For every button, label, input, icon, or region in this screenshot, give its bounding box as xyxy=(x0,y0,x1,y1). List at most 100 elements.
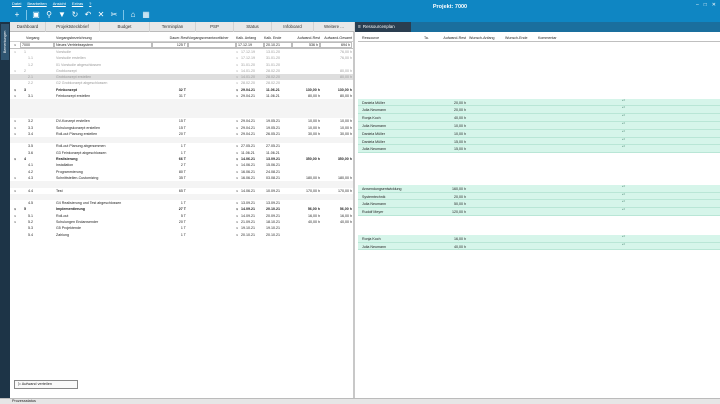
project-aufwand-rest-field[interactable]: 536 h xyxy=(292,42,320,48)
cut-icon[interactable]: ✂ xyxy=(109,10,119,20)
row-stepper-icon[interactable]: ▴▾ xyxy=(622,234,626,242)
chevron-down-icon[interactable]: ∨ xyxy=(236,74,240,80)
col-header-kalk-anfang[interactable]: Kalk. Anfang xyxy=(236,35,264,41)
resource-row[interactable]: Ronja Koch 40,00 h ▴▾ xyxy=(358,114,720,123)
chevron-down-icon[interactable]: ∨ xyxy=(236,55,240,61)
pane-splitter[interactable] xyxy=(353,32,355,398)
table-row[interactable]: 5.4 Zahlung 1 T ∨ 20.10.21 20.10.21 xyxy=(10,232,353,238)
resource-row[interactable]: Daniela Müller 15,00 h ▴▾ xyxy=(358,137,720,146)
chevron-down-icon[interactable]: ∨ xyxy=(236,62,240,68)
close-icon[interactable]: ✕ xyxy=(96,10,106,20)
chevron-down-icon[interactable]: ∨ xyxy=(236,49,240,55)
resource-row[interactable]: Daniela Müller 10,00 h ▴▾ xyxy=(358,129,720,138)
chevron-down-icon[interactable]: ∨ xyxy=(236,150,240,156)
tab-budget[interactable]: Budget xyxy=(100,22,150,32)
col-header-vorgangsbezeichnung[interactable]: Vorgangsbezeichnung xyxy=(56,35,146,41)
chevron-down-icon[interactable]: ∨ xyxy=(236,188,240,194)
expand-toggle-icon[interactable]: ∨ xyxy=(14,49,20,55)
view-icon[interactable]: ▦ xyxy=(141,10,151,20)
tab-projektsteckbrief[interactable]: Projektsteckbrief xyxy=(46,22,100,32)
col-header-kalk-ende[interactable]: Kalk. Ende xyxy=(264,35,292,41)
hamburger-icon[interactable]: ≡ xyxy=(358,22,361,32)
row-stepper-icon[interactable]: ▴▾ xyxy=(622,242,626,250)
expand-toggle-icon[interactable]: ∨ xyxy=(14,206,20,212)
expand-toggle-icon[interactable]: ∨ xyxy=(14,213,20,219)
tab-ressourcenplan[interactable]: ≡ Ressourcenplan xyxy=(355,22,411,32)
project-name-field[interactable]: Neues Vertriebssystem xyxy=(54,42,152,48)
aufwand-verteilen-button[interactable]: ▷ Aufwand verteilen xyxy=(14,380,78,389)
add-icon[interactable]: + xyxy=(12,10,22,20)
col-header-ressource[interactable]: Ressource xyxy=(362,35,422,41)
close-window-icon[interactable]: ✕ xyxy=(712,2,716,8)
chevron-down-icon[interactable] xyxy=(236,194,240,200)
refresh-icon[interactable]: ↻ xyxy=(70,10,80,20)
expand-toggle-icon[interactable]: ∨ xyxy=(14,219,20,225)
minimize-icon[interactable]: – xyxy=(696,2,699,8)
menu-help[interactable]: ? xyxy=(89,1,91,7)
col-header-verantwortlicher[interactable]: Vorgangsverantwortlicher xyxy=(188,35,234,41)
chevron-down-icon[interactable]: ∨ xyxy=(236,169,240,175)
project-verantwortlicher-field[interactable] xyxy=(188,42,236,48)
project-anfang-field[interactable]: 17.12.19 xyxy=(236,42,264,48)
expand-toggle-icon[interactable]: ∨ xyxy=(14,156,20,162)
chevron-down-icon[interactable]: ∨ xyxy=(236,156,240,162)
row-stepper-icon[interactable]: ▴▾ xyxy=(622,207,626,215)
chevron-down-icon[interactable] xyxy=(236,137,240,143)
menu-extras[interactable]: Extras xyxy=(72,1,83,7)
chevron-down-icon[interactable]: ∨ xyxy=(236,232,240,238)
chevron-down-icon[interactable]: ∨ xyxy=(236,219,240,225)
menu-ansicht[interactable]: Ansicht xyxy=(53,1,66,7)
tab-status[interactable]: Status xyxy=(234,22,272,32)
resource-row[interactable]: Julia Neumann 40,00 h ▴▾ xyxy=(358,242,720,251)
maximize-icon[interactable]: □ xyxy=(704,2,707,8)
expand-toggle-icon[interactable]: ∨ xyxy=(14,87,20,93)
resource-row[interactable]: Julia Neumann 10,00 h ▴▾ xyxy=(358,121,720,130)
expand-toggle-icon[interactable]: ∨ xyxy=(14,175,20,181)
chevron-down-icon[interactable] xyxy=(236,99,240,105)
menu-bearbeiten[interactable]: Bearbeiten xyxy=(27,1,46,7)
resource-row[interactable]: Julia Neumann 15,00 h ▴▾ xyxy=(358,145,720,154)
tab-weitere[interactable]: Weitere ... xyxy=(314,22,355,32)
save-icon[interactable]: ▣ xyxy=(31,10,41,20)
tab-infoboard[interactable]: Infoboard xyxy=(272,22,314,32)
col-header-aufwand-rest[interactable]: Aufwand-Rest xyxy=(292,35,320,41)
resource-row[interactable]: Julia Neumann 50,00 h ▴▾ xyxy=(358,200,720,209)
side-tab-bemerkungen[interactable]: Bemerkungen xyxy=(1,24,9,60)
home-icon[interactable]: ⌂ xyxy=(128,10,138,20)
col-header-aufwand-gesamt[interactable]: Aufwand-Gesamt xyxy=(320,35,352,41)
chevron-down-icon[interactable]: ∨ xyxy=(236,125,240,131)
col-header-dauer-rest[interactable]: Dauer-Rest xyxy=(150,35,188,41)
row-stepper-icon[interactable]: ▴▾ xyxy=(622,145,626,152)
row-stepper-icon[interactable]: ▴▾ xyxy=(622,184,626,192)
chevron-down-icon[interactable]: ∨ xyxy=(236,200,240,206)
chevron-down-icon[interactable]: ∨ xyxy=(236,206,240,212)
chevron-down-icon[interactable]: ∨ xyxy=(236,175,240,181)
chevron-down-icon[interactable] xyxy=(236,181,240,187)
chevron-down-icon[interactable]: ∨ xyxy=(236,162,240,168)
expand-toggle-icon[interactable]: ∨ xyxy=(14,188,20,194)
menu-datei[interactable]: Datei xyxy=(12,1,21,7)
undo-icon[interactable]: ↶ xyxy=(83,10,93,20)
expand-toggle-icon[interactable]: ∨ xyxy=(14,125,20,131)
col-header-wunsch-anfang[interactable]: Wunsch-Anfang xyxy=(469,35,505,41)
col-header-vorgang[interactable]: Vorgang xyxy=(26,35,52,41)
chevron-down-icon[interactable]: ∨ xyxy=(236,80,240,86)
expand-toggle-icon[interactable]: ∨ xyxy=(14,131,20,137)
resource-row[interactable]: Daniela Müller 20,00 h ▴▾ xyxy=(358,98,720,107)
project-aufwand-gesamt-field[interactable]: 694 h xyxy=(320,42,352,48)
chevron-down-icon[interactable]: ∨ xyxy=(236,93,240,99)
resource-row[interactable]: Ronja Koch 16,00 h ▴▾ xyxy=(358,234,720,243)
expand-toggle-icon[interactable]: ∨ xyxy=(14,118,20,124)
search-icon[interactable]: ⚲ xyxy=(44,10,54,20)
resource-row[interactable]: Systemtechnik 20,00 h ▴▾ xyxy=(358,192,720,201)
chevron-down-icon[interactable]: ∨ xyxy=(236,143,240,149)
filter-icon[interactable]: ▼ xyxy=(57,10,67,20)
expand-toggle-icon[interactable]: ∨ xyxy=(14,68,20,74)
col-header-kommentar[interactable]: Kommentar xyxy=(538,35,578,41)
tab-psp[interactable]: PSP xyxy=(196,22,234,32)
project-dauer-field[interactable]: 125 T xyxy=(152,42,188,48)
row-stepper-icon[interactable]: ▴▾ xyxy=(622,129,626,137)
col-header-wunsch-ende[interactable]: Wunsch-Ende xyxy=(505,35,537,41)
resource-row[interactable]: Anwendungsentwicklung 160,00 h ▴▾ xyxy=(358,184,720,193)
chevron-down-icon[interactable]: ∨ xyxy=(236,87,240,93)
